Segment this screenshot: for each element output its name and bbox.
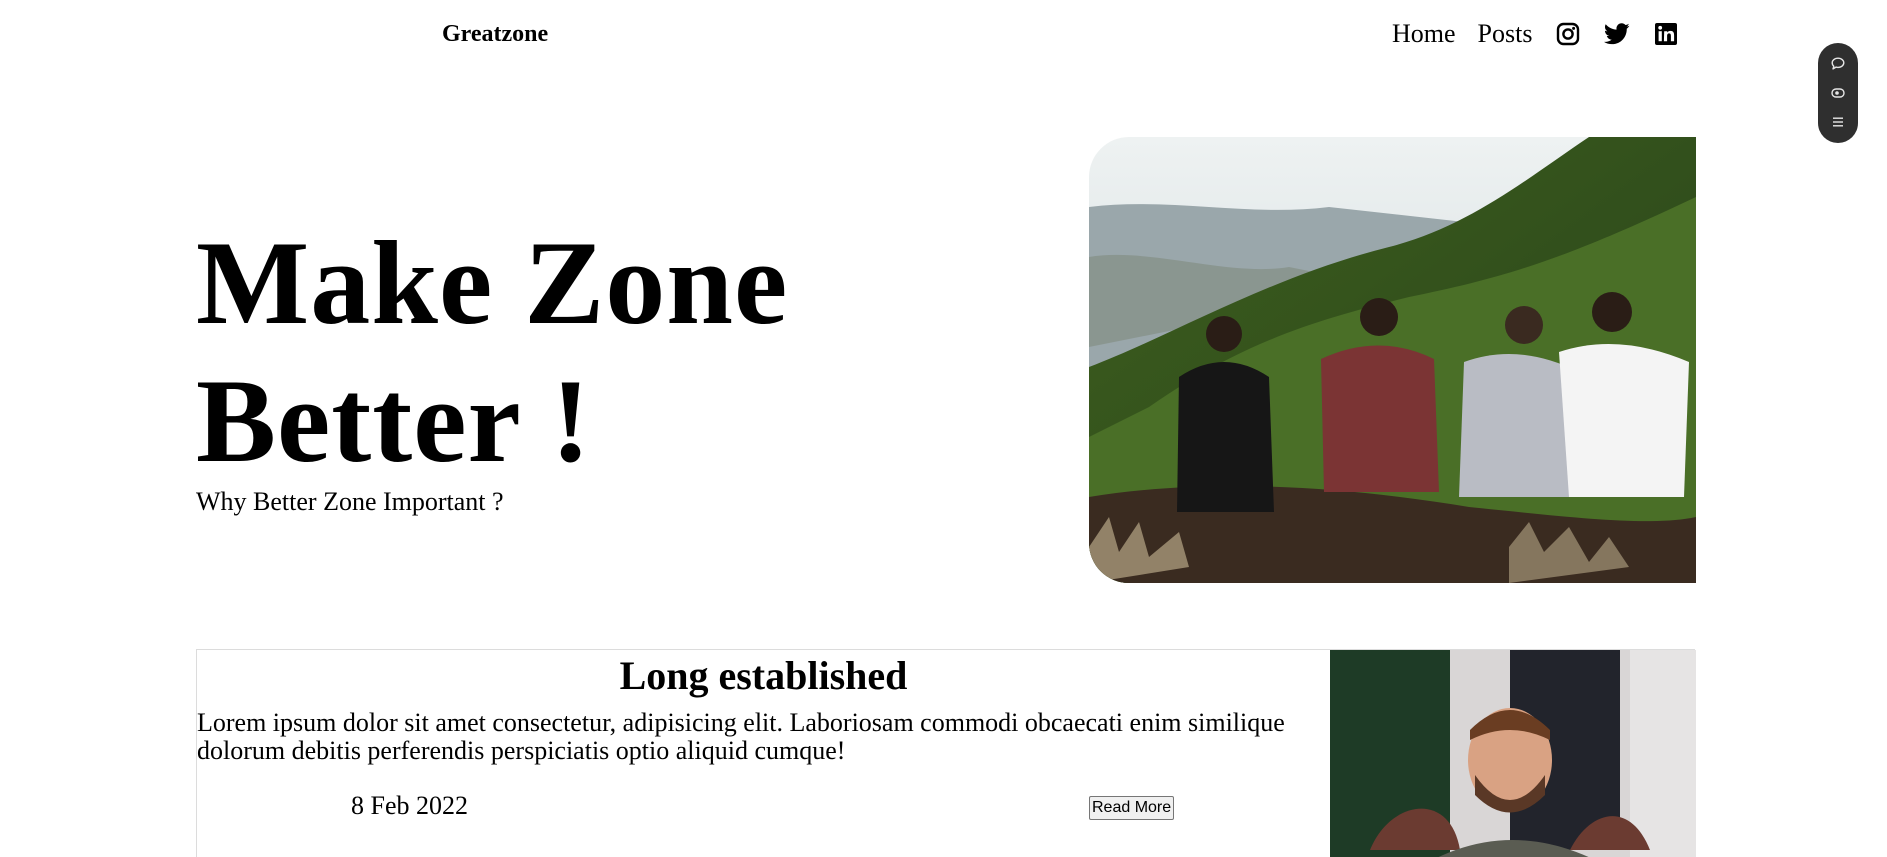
- chat-icon[interactable]: [1826, 52, 1850, 76]
- brand-logo[interactable]: Greatzone: [442, 18, 548, 50]
- hero-title-line1: Make Zone: [196, 216, 789, 349]
- hero-title: Make Zone Better !: [196, 214, 896, 490]
- nav-home-link[interactable]: Home: [1392, 16, 1456, 52]
- post-card: Long established Lorem ipsum dolor sit a…: [196, 649, 1696, 857]
- read-more-button[interactable]: Read More: [1089, 796, 1175, 820]
- post-excerpt: Lorem ipsum dolor sit amet consectetur, …: [197, 708, 1285, 765]
- post-date: 8 Feb 2022: [351, 791, 468, 820]
- hero-subtitle: Why Better Zone Important ?: [196, 487, 504, 516]
- menu-icon[interactable]: [1826, 110, 1850, 134]
- hero-title-line2: Better !: [196, 354, 592, 487]
- hero-image: [1089, 137, 1696, 583]
- twitter-icon[interactable]: [1604, 23, 1631, 45]
- floating-toolbar: [1818, 43, 1858, 143]
- linkedin-icon[interactable]: [1654, 22, 1678, 46]
- instagram-icon[interactable]: [1556, 22, 1580, 46]
- eye-icon[interactable]: [1826, 81, 1850, 105]
- main-nav: Home Posts: [1392, 16, 1678, 52]
- post-image: [1330, 650, 1696, 857]
- page: Greatzone Home Posts Make Zone Better ! …: [0, 0, 1887, 857]
- post-title: Long established: [619, 653, 908, 698]
- nav-posts-link[interactable]: Posts: [1478, 16, 1533, 52]
